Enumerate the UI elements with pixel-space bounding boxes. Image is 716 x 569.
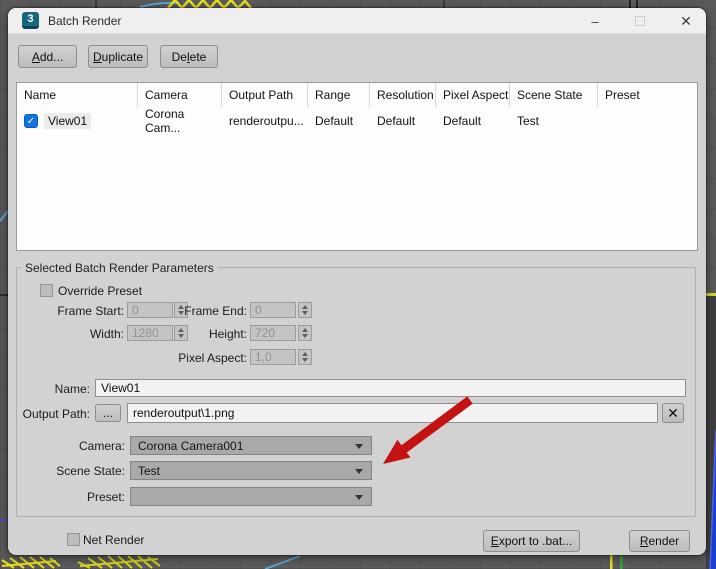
chevron-down-icon: [355, 468, 363, 474]
parameters-group-label: Selected Batch Render Parameters: [21, 261, 218, 275]
delete-button[interactable]: De l ete: [160, 45, 218, 68]
title-bar[interactable]: 3 Batch Render – ✕: [8, 8, 706, 34]
frame-end-spinner[interactable]: [298, 302, 312, 318]
width-label: Width:: [89, 327, 124, 341]
pixel-aspect-field[interactable]: 1,0: [250, 349, 296, 365]
spin-down-icon: [302, 334, 308, 338]
frame-end-label: Frame End:: [184, 304, 247, 318]
camera-dropdown[interactable]: Corona Camera001: [130, 436, 372, 455]
override-preset-label: Override Preset: [58, 284, 143, 298]
output-path-browse-button[interactable]: ...: [95, 404, 121, 422]
row-range-cell: Default: [315, 114, 354, 128]
pixel-aspect-spinner[interactable]: [298, 349, 312, 365]
row-scene-state-cell: Test: [517, 114, 540, 128]
scene-state-dropdown-value: Test: [138, 463, 161, 478]
row-output-path-cell: renderoutpu...: [229, 114, 304, 128]
column-header-output-path[interactable]: Output Path: [222, 83, 308, 107]
row-name-label: View01: [44, 113, 92, 129]
render-button[interactable]: Render: [629, 530, 690, 552]
override-preset-checkbox[interactable]: [40, 284, 53, 297]
column-header-range[interactable]: Range: [308, 83, 370, 107]
row-enabled-checkbox[interactable]: ✓: [24, 114, 38, 128]
spin-up-icon: [302, 328, 308, 332]
chevron-down-icon: [355, 443, 363, 449]
camera-label: Camera:: [78, 439, 125, 453]
preset-label: Preset:: [86, 490, 125, 504]
batch-render-dialog: 3 Batch Render – ✕ Add... Duplicate De l e…: [8, 8, 706, 555]
pixel-aspect-label: Pixel Aspect:: [178, 351, 247, 365]
export-bat-button[interactable]: Export to .bat...: [483, 530, 580, 552]
output-path-clear-button[interactable]: ✕: [662, 403, 684, 423]
minimize-button[interactable]: –: [580, 11, 610, 31]
spin-up-icon: [302, 352, 308, 356]
chevron-down-icon: [355, 494, 363, 500]
preset-dropdown[interactable]: [130, 487, 372, 506]
row-pixel-aspect-cell: Default: [443, 114, 482, 128]
table-header: Name Camera Output Path Range Resolution…: [17, 83, 697, 107]
close-button[interactable]: ✕: [671, 11, 701, 31]
name-input[interactable]: View01: [95, 379, 686, 397]
scene-state-dropdown[interactable]: Test: [130, 461, 372, 480]
row-name-cell: ✓ View01: [17, 107, 138, 135]
column-header-camera[interactable]: Camera: [138, 83, 222, 107]
output-path-input[interactable]: renderoutput\1.png: [127, 403, 658, 423]
net-render-checkbox[interactable]: [67, 533, 80, 546]
table-row[interactable]: ✓ View01 Corona Cam... renderoutpu... De…: [17, 107, 697, 135]
window-title: Batch Render: [48, 14, 122, 28]
row-preset-cell: [598, 107, 697, 135]
height-spinner[interactable]: [298, 325, 312, 341]
net-render-label: Net Render: [83, 533, 145, 547]
column-header-resolution[interactable]: Resolution: [370, 83, 436, 107]
column-header-scene-state[interactable]: Scene State: [510, 83, 598, 107]
maximize-button[interactable]: [625, 11, 655, 31]
maximize-icon: [635, 16, 645, 26]
add-button[interactable]: Add...: [18, 45, 77, 68]
height-field[interactable]: 720: [250, 325, 296, 341]
row-resolution-cell: Default: [377, 114, 416, 128]
frame-start-label: Frame Start:: [57, 304, 124, 318]
spin-up-icon: [302, 305, 308, 309]
scene-state-label: Scene State:: [56, 464, 125, 478]
spin-down-icon: [302, 311, 308, 315]
height-label: Height:: [208, 327, 247, 341]
row-camera-cell: Corona Cam...: [145, 107, 185, 135]
output-path-label: Output Path:: [22, 407, 90, 421]
app-icon: 3: [22, 12, 39, 29]
name-label: Name:: [54, 382, 90, 396]
batch-list-table: Name Camera Output Path Range Resolution…: [16, 82, 698, 251]
spin-down-icon: [302, 358, 308, 362]
frame-end-field[interactable]: 0: [250, 302, 296, 318]
column-header-pixel-aspect[interactable]: Pixel Aspect: [436, 83, 510, 107]
column-header-name[interactable]: Name: [17, 83, 138, 107]
duplicate-button[interactable]: Duplicate: [88, 45, 148, 68]
camera-dropdown-value: Corona Camera001: [138, 438, 244, 453]
column-header-preset[interactable]: Preset: [598, 83, 697, 107]
